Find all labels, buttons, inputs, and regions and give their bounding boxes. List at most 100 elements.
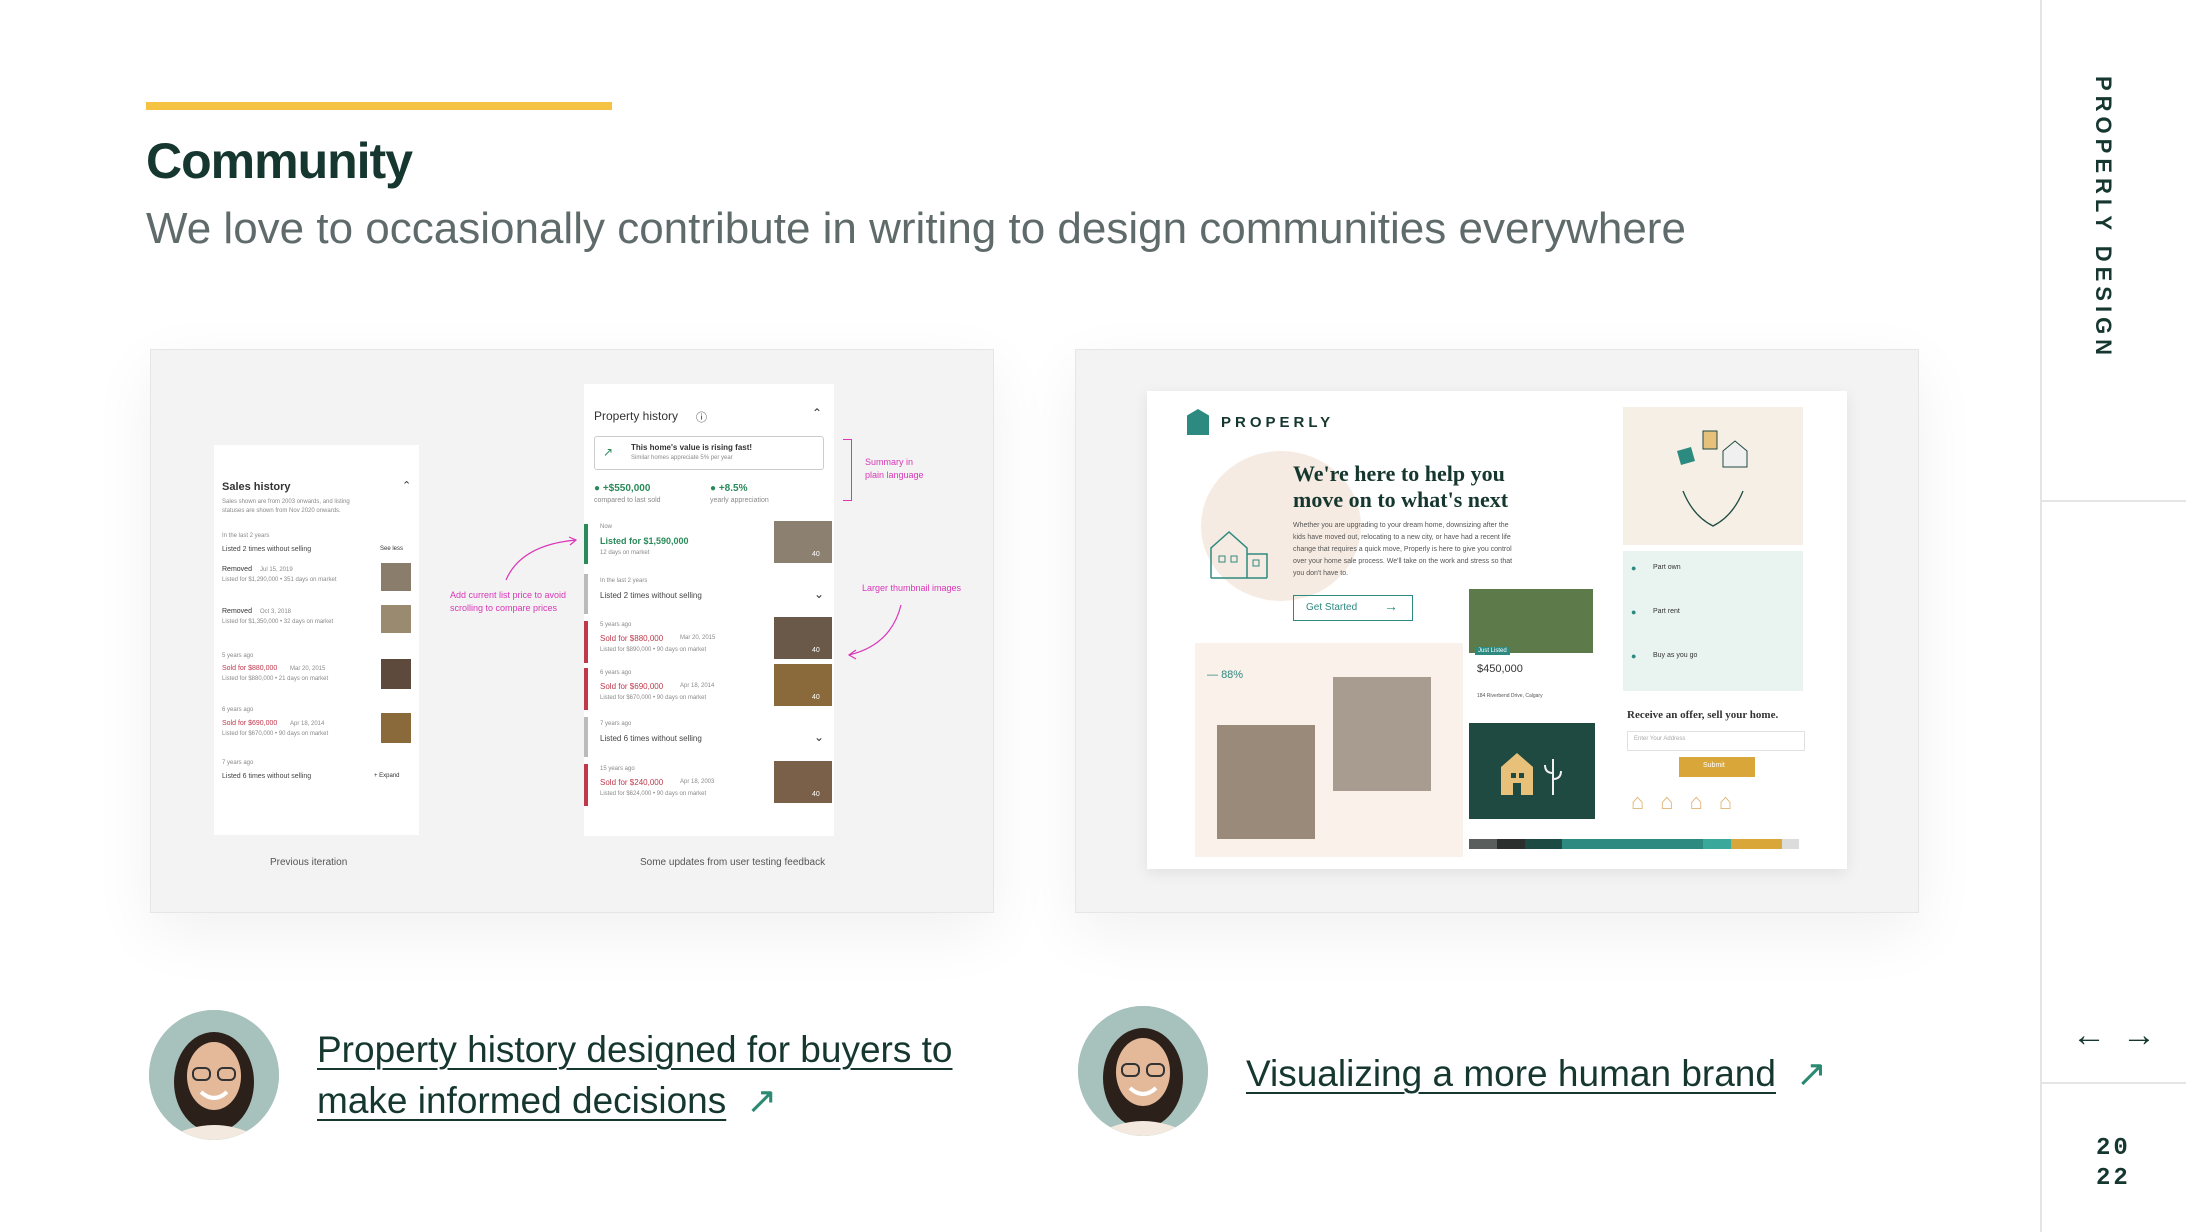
caption-updates: Some updates from user testing feedback: [640, 857, 826, 868]
hero-body-5: you don't have to.: [1293, 570, 1349, 577]
pct-label: yearly appreciation: [710, 497, 769, 504]
hero-body-4: over your home sale process. We'll take …: [1293, 558, 1513, 565]
listed-times-label: Listed 6 times without selling: [600, 734, 702, 743]
expand-label: Expand: [379, 773, 400, 779]
status-bar-sold: [584, 621, 588, 663]
properly-logo-text: PROPERLY: [1221, 414, 1335, 431]
sales-history-title: Sales history: [222, 481, 291, 493]
hands-house-illustration: [1623, 407, 1803, 545]
photo-count: 40: [812, 694, 820, 701]
sold-detail-1: Listed for $880,000 • 21 days on market: [222, 676, 329, 682]
info-icon: ⓘ: [696, 412, 707, 424]
just-listed-badge: Just Listed: [1475, 647, 1510, 655]
properly-logo-icon: [1187, 409, 1209, 435]
option-buy-as-you-go: Buy as you go: [1653, 652, 1698, 659]
year-bottom: 22: [2096, 1165, 2131, 1192]
annotation-arrow: [847, 604, 902, 660]
stat-figure: — 88%: [1207, 669, 1244, 681]
submit-label: Submit: [1703, 762, 1725, 769]
sold-detail-1: Listed for $890,000 • 90 days on market: [600, 647, 707, 653]
listing-thumbnail: [381, 563, 411, 591]
palette-swatch: [1497, 839, 1526, 849]
page-title: Community: [146, 133, 413, 189]
status-bar-sold: [584, 764, 588, 806]
year-top: 20: [2096, 1135, 2131, 1162]
annotation-arrow: [505, 536, 578, 581]
article-2-title: Visualizing a more human brand: [1246, 1053, 1776, 1094]
page-subtitle: We love to occasionally contribute in wr…: [146, 204, 1686, 253]
hero-body-2: kids have moved out, relocating to a new…: [1293, 534, 1511, 541]
caption-previous: Previous iteration: [270, 857, 348, 868]
expand-link[interactable]: + Expand: [374, 773, 400, 779]
palette-swatch: [1703, 839, 1732, 849]
submit-button[interactable]: Submit: [1679, 757, 1755, 777]
year-label: 20 22: [2096, 1134, 2131, 1194]
address-input[interactable]: Enter Your Address: [1627, 731, 1805, 751]
stat-value: 88%: [1221, 669, 1244, 681]
arrow-right-icon: →: [1384, 598, 1398, 614]
palette-swatch: [1562, 839, 1704, 849]
rising-text: This home's value is rising fast!: [631, 443, 753, 452]
sidebar-divider: [2040, 1082, 2186, 1084]
status-bar-neutral: [584, 717, 588, 757]
option-part-own: Part own: [1653, 564, 1681, 571]
similar-text: Similar homes appreciate 5% per year: [631, 455, 733, 461]
status-bar-listed: [584, 524, 588, 564]
arrow-left-icon[interactable]: ←: [2072, 1016, 2106, 1055]
option-dot-icon: ●: [1631, 563, 1637, 573]
hero-body-3: change that requires a quick move, Prope…: [1293, 546, 1512, 553]
sales-history-period: In the last 2 years: [222, 533, 270, 539]
article-1-title-line-1: Property history designed for buyers to: [317, 1029, 953, 1070]
listed-times-label: Listed 2 times without selling: [600, 591, 702, 600]
chevron-down-icon[interactable]: ⌄: [814, 587, 824, 601]
removed-date-1: Jul 15, 2019: [260, 567, 293, 573]
author-avatar: [1078, 1006, 1208, 1136]
sales-history-desc-2: statuses are shown from Nov 2020 onwards…: [222, 508, 341, 514]
palette-swatch: [1469, 839, 1498, 849]
status-bar-sold: [584, 668, 588, 710]
annotation-add-1: Add current list price to avoid: [450, 590, 567, 600]
arrow-up-right-icon: ↗: [1795, 1053, 1827, 1094]
sold-detail-3: Listed for $624,000 • 90 days on market: [600, 791, 707, 797]
human-brand-article-link[interactable]: Visualizing a more human brand ↗: [1246, 1048, 1827, 1099]
sold-date-1: Mar 20, 2015: [290, 666, 326, 672]
listing-price: $450,000: [1477, 663, 1523, 675]
chevron-down-icon[interactable]: ⌄: [814, 730, 824, 744]
sold-label-3: Sold for $240,000: [600, 778, 664, 787]
brand-preview-card[interactable]: PROPERLY We're here to help you move on …: [1075, 349, 1919, 913]
property-history-preview-card[interactable]: Sales history ⌃ Sales shown are from 200…: [150, 349, 994, 913]
period-label: 7 years ago: [222, 760, 254, 766]
listed-times-label: Listed 6 times without selling: [222, 773, 312, 780]
listing-thumbnail: [381, 605, 411, 633]
option-dot-icon: ●: [1631, 651, 1637, 661]
gain-label: compared to last sold: [594, 497, 661, 504]
listed-now-detail: 12 days on market: [600, 550, 650, 556]
brand-color-palette: [1469, 839, 1799, 849]
brand-wordmark: PROPERLY DESIGN: [2091, 76, 2116, 361]
annotation-bracket: [843, 439, 852, 501]
sold-detail-2: Listed for $670,000 • 90 days on market: [600, 695, 707, 701]
photo-count: 40: [812, 647, 820, 654]
palette-swatch: [1782, 839, 1799, 849]
listing-thumbnail: 40: [774, 617, 832, 659]
listing-thumbnail: [381, 713, 411, 743]
accent-bar: [146, 102, 612, 110]
removed-detail-1: Listed for $1,290,000 • 351 days on mark…: [222, 577, 337, 583]
listing-thumbnail: 40: [774, 664, 832, 706]
offer-heading: Receive an offer, sell your home.: [1627, 709, 1779, 721]
sold-label-2: Sold for $690,000: [600, 682, 664, 691]
arrow-right-icon[interactable]: →: [2122, 1016, 2156, 1055]
photo-count: 40: [812, 551, 820, 558]
status-bar-neutral: [584, 574, 588, 614]
property-history-panel: Property history ⓘ ⌃ ↗ This home's value…: [584, 384, 834, 836]
property-history-article-link[interactable]: Property history designed for buyers to …: [317, 1024, 953, 1126]
listing-address: 184 Riverbend Drive, Calgary: [1477, 693, 1543, 699]
get-started-button[interactable]: Get Started →: [1293, 595, 1413, 621]
listing-thumbnail: 40: [774, 521, 832, 563]
annotation-summary-2: plain language: [865, 470, 924, 480]
address-input-placeholder: Enter Your Address: [1634, 736, 1686, 742]
photo-family-dancing: [1333, 677, 1431, 791]
see-less-link[interactable]: See less: [380, 546, 403, 552]
sold-date-2: Apr 18, 2014: [290, 721, 325, 727]
removed-detail-2: Listed for $1,350,000 • 32 days on marke…: [222, 619, 334, 625]
